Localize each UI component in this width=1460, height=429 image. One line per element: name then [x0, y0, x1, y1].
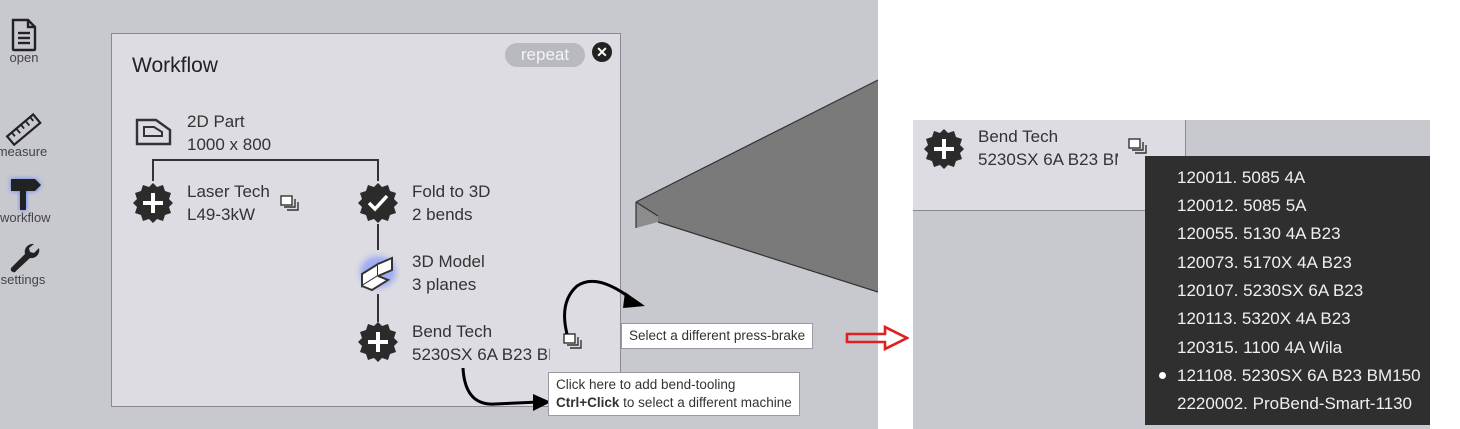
- connector-line: [152, 159, 154, 181]
- workflow-label: workflow: [0, 210, 51, 225]
- 2d-part-icon: [135, 118, 172, 146]
- panel-title: Workflow: [132, 54, 218, 77]
- node-title: Fold to 3D: [412, 182, 491, 201]
- 3d-sheet-model: [635, 79, 878, 293]
- document-icon: [11, 18, 37, 52]
- menu-item[interactable]: 120011. 5085 4A: [1177, 168, 1305, 188]
- menu-item[interactable]: 2220002. ProBend-Smart-1130: [1177, 394, 1412, 414]
- stack-icon[interactable]: [279, 194, 299, 212]
- menu-item[interactable]: 120073. 5170X 4A B23: [1177, 253, 1352, 273]
- node-subtitle: L49-3kW: [187, 205, 256, 224]
- settings-tool[interactable]: settings: [0, 240, 48, 287]
- menu-item[interactable]: 120107. 5230SX 6A B23: [1177, 281, 1363, 301]
- connector-line: [377, 159, 379, 181]
- selected-bullet-icon: [1159, 372, 1166, 379]
- red-arrow: [845, 325, 909, 351]
- check-badge-icon: [358, 183, 398, 223]
- connector-line: [377, 224, 379, 250]
- node-subtitle: 5230SX 6A B23 BM: [978, 150, 1118, 169]
- open-tool[interactable]: open: [0, 18, 48, 65]
- tooltip-shortcut-text: to select a different machine: [623, 395, 792, 410]
- node-subtitle: 1000 x 800: [187, 135, 272, 154]
- press-brake-tooltip: Select a different press-brake: [621, 323, 814, 349]
- machine-dropdown-menu: 120011. 5085 4A 120012. 5085 5A 120055. …: [1145, 156, 1430, 425]
- plus-badge-icon: [924, 129, 964, 169]
- plus-badge-icon: [133, 183, 173, 223]
- menu-item-selected[interactable]: 121108. 5230SX 6A B23 BM150: [1177, 366, 1421, 386]
- settings-label: settings: [0, 272, 46, 287]
- connector-line: [377, 294, 379, 322]
- tooltip-line-1: Click here to add bend-tooling: [556, 377, 736, 392]
- tooltip-shortcut: Ctrl+Click: [556, 395, 620, 410]
- plus-badge-icon: [358, 322, 398, 362]
- measure-label: measure: [0, 144, 48, 159]
- menu-item[interactable]: 120315. 1100 4A Wila: [1177, 338, 1342, 358]
- 3d-model-icon: [360, 256, 396, 292]
- wrench-icon: [10, 243, 40, 273]
- measure-tool[interactable]: measure: [0, 112, 48, 159]
- open-label: open: [9, 50, 39, 65]
- connector-line: [152, 159, 378, 161]
- menu-item[interactable]: 120012. 5085 5A: [1177, 196, 1307, 216]
- node-title: Bend Tech: [978, 127, 1059, 146]
- stack-icon[interactable]: [1127, 137, 1147, 155]
- workflow-tool[interactable]: workflow: [0, 174, 51, 225]
- node-title: 3D Model: [412, 252, 485, 271]
- application-canvas: open measure workflow settings Workflow …: [0, 0, 878, 429]
- node-title: Laser Tech: [187, 182, 270, 201]
- tooltip-line-2: Ctrl+Click to select a different machine: [556, 394, 792, 412]
- tooltip-text: Select a different press-brake: [629, 328, 806, 343]
- menu-item[interactable]: 120055. 5130 4A B23: [1177, 224, 1341, 244]
- node-subtitle: 2 bends: [412, 205, 473, 224]
- repeat-button[interactable]: repeat: [505, 43, 585, 67]
- ruler-icon: [5, 112, 42, 147]
- menu-item[interactable]: 120113. 5320X 4A B23: [1177, 309, 1351, 329]
- signpost-icon: [11, 179, 41, 210]
- bend-tooling-tooltip: Click here to add bend-tooling Ctrl+Clic…: [548, 372, 800, 416]
- close-button[interactable]: ✕: [592, 42, 612, 62]
- node-title: 2D Part: [187, 112, 245, 131]
